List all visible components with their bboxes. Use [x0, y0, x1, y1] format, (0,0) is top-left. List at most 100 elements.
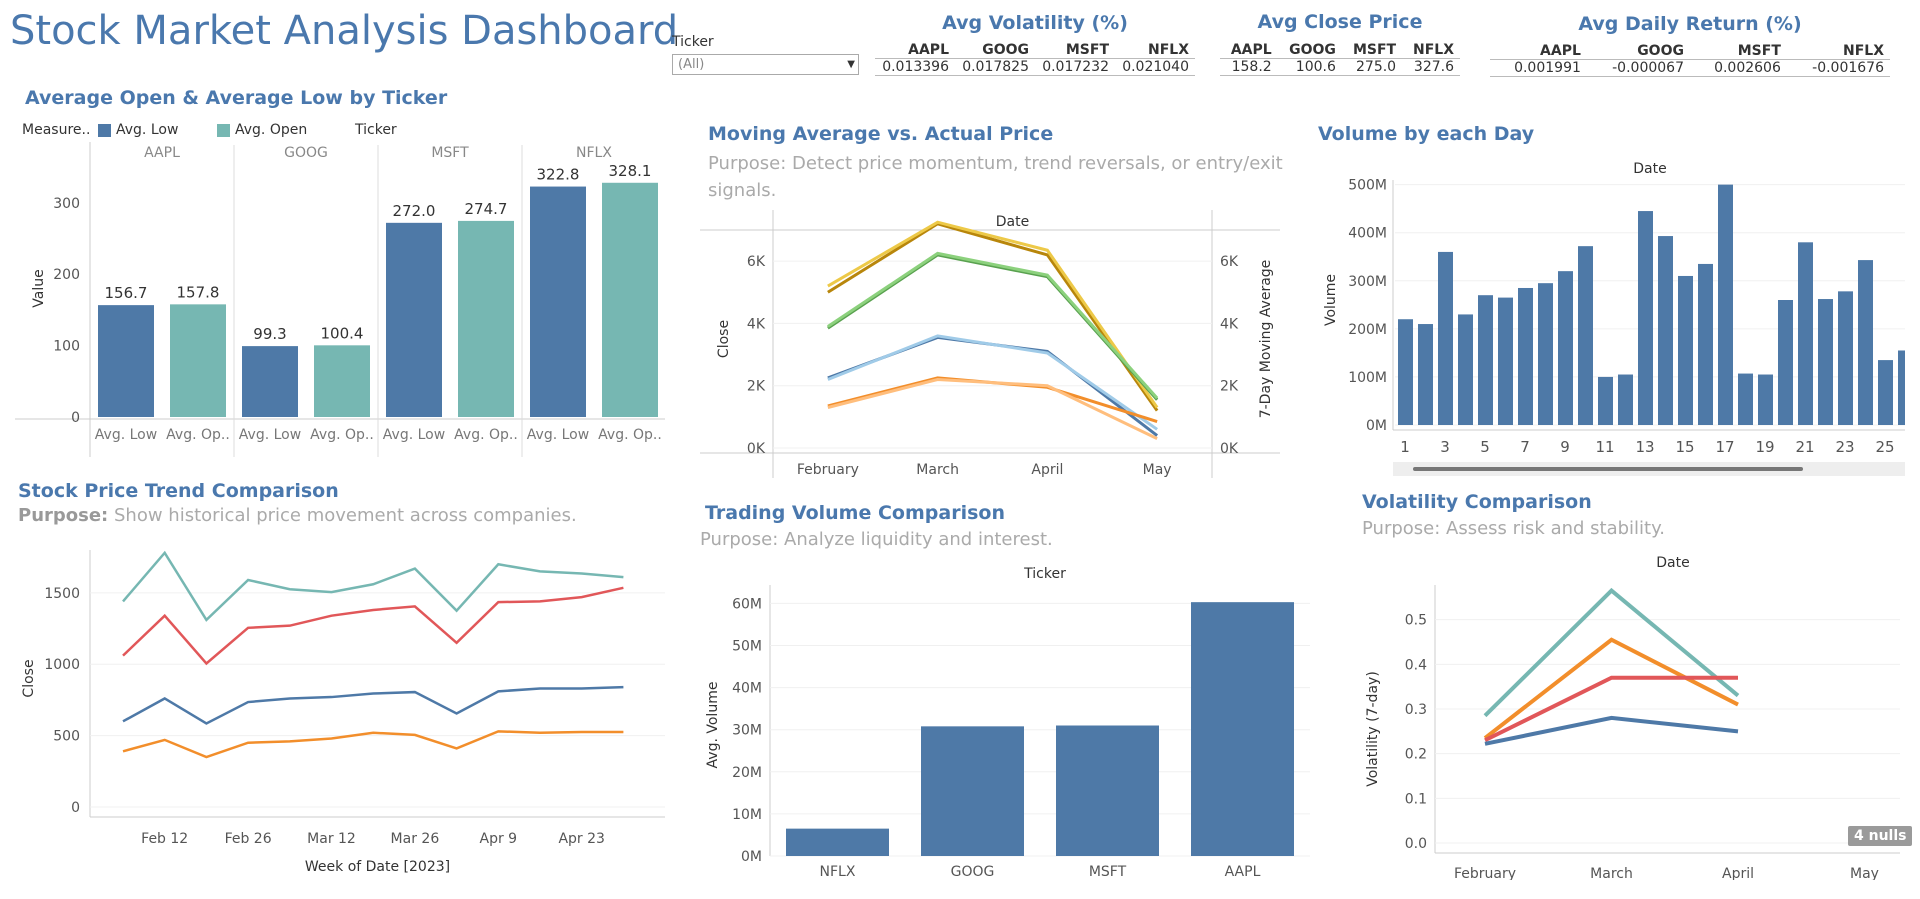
y-tick-label: 0.2 [1405, 747, 1427, 763]
y-axis-title-right: 7-Day Moving Average [1258, 260, 1274, 419]
dashboard-title: Stock Market Analysis Dashboard [10, 8, 679, 54]
nulls-badge[interactable]: 4 nulls [1848, 826, 1913, 846]
x-tick-label: 3 [1440, 438, 1450, 456]
kpi-volatility: Avg Volatility (%) AAPL GOOG MSFT NFLX 0… [875, 12, 1195, 76]
bar [1718, 184, 1733, 425]
y-tick-label: 0 [71, 410, 80, 426]
bar [921, 726, 1024, 856]
bar [1898, 350, 1905, 425]
x-axis-header: Date [996, 214, 1029, 230]
x-axis-header: Ticker [1023, 566, 1066, 582]
y-tick-label: 200 [53, 267, 80, 283]
x-tick-label: 21 [1795, 438, 1814, 456]
y-tick-label: 0 [71, 800, 80, 816]
volume-scrollbar-thumb[interactable] [1413, 467, 1803, 471]
y-tick-label: 0.5 [1405, 613, 1427, 629]
kpi-header: AAPL [1490, 43, 1587, 60]
y-tick-label: 20M [732, 765, 762, 781]
bar [1698, 263, 1713, 425]
series-line [122, 586, 624, 666]
moving-avg-chart: Date 0K 0K 2K 2K 4K 4K 6K 6K Close 7-Day Moving Av… [700, 210, 1280, 478]
x-tick-label: Apr 23 [558, 831, 604, 847]
y-tick-label: 30M [732, 723, 762, 739]
kpi-value: 0.013396 [875, 58, 955, 76]
x-tick-label: 1 [1400, 438, 1410, 456]
volume-scrollbar[interactable] [1393, 462, 1905, 476]
bar [1191, 602, 1294, 856]
kpi-header: NFLX [1115, 42, 1195, 59]
y-tick-label: 0M [741, 849, 762, 865]
y-axis-title: Close [716, 320, 732, 358]
data-label: 100.4 [321, 324, 364, 342]
x-axis-header: Date [1656, 555, 1689, 571]
kpi-header: NFLX [1786, 43, 1890, 60]
ticker-filter-dropdown[interactable]: (All) ▼ [672, 54, 859, 75]
bar [386, 222, 442, 417]
x-sub-label: Avg. Low [95, 427, 157, 443]
kpi-header: AAPL [1220, 42, 1278, 59]
kpi-header: NFLX [1402, 42, 1460, 59]
bar [1778, 300, 1793, 425]
y-tick-label-right: 2K [1220, 379, 1239, 395]
bar [1578, 246, 1593, 425]
purpose-label: Purpose: [18, 505, 109, 526]
chevron-down-icon[interactable]: ▼ [847, 55, 855, 75]
bar [1498, 297, 1513, 425]
y-tick-label: 0.1 [1405, 791, 1427, 807]
bar [786, 828, 889, 856]
bar [458, 220, 514, 417]
x-tick-label: 15 [1675, 438, 1694, 456]
legend-label: Avg. Open [235, 122, 307, 138]
x-sub-label: Avg. Low [383, 427, 445, 443]
y-axis-title: Avg. Volume [705, 682, 721, 769]
bar [1878, 360, 1893, 425]
kpi-return-table: AAPL GOOG MSFT NFLX 0.001991 -0.000067 0… [1490, 43, 1890, 77]
column-header: Ticker [354, 122, 397, 138]
kpi-value: 0.021040 [1115, 58, 1195, 76]
x-tick-label: Feb 12 [141, 831, 188, 847]
chart-title-trading-volume: Trading Volume Comparison [705, 502, 1005, 524]
y-axis-title: Volume [1323, 274, 1339, 326]
bar [314, 345, 370, 417]
x-tick-label: February [797, 462, 859, 478]
kpi-volatility-table: AAPL GOOG MSFT NFLX 0.013396 0.017825 0.… [875, 42, 1195, 76]
kpi-volatility-title: Avg Volatility (%) [942, 12, 1128, 34]
chart-purpose-price-trend: Purpose: Show historical price movement … [18, 505, 577, 526]
data-label: 274.7 [465, 200, 508, 218]
x-tick-label: 23 [1835, 438, 1854, 456]
kpi-header: MSFT [1689, 43, 1787, 60]
data-label: 272.0 [393, 202, 436, 220]
series-line [1483, 587, 1740, 718]
y-tick-label-right: 6K [1220, 254, 1239, 270]
bar [1518, 287, 1533, 425]
bar [1418, 324, 1433, 425]
chart-title-volatility: Volatility Comparison [1362, 491, 1592, 513]
kpi-header: AAPL [875, 42, 955, 59]
y-tick-label: 40M [732, 681, 762, 697]
data-label: 156.7 [105, 284, 148, 302]
kpi-value: -0.001676 [1786, 59, 1890, 77]
x-tick-label: April [1722, 866, 1754, 880]
kpi-value: 158.2 [1220, 58, 1278, 76]
panel-header: NFLX [576, 145, 612, 161]
x-tick-label: 25 [1875, 438, 1894, 456]
kpi-header: MSFT [1035, 42, 1115, 59]
x-tick-label: AAPL [1225, 864, 1261, 880]
bar [1458, 314, 1473, 425]
y-tick-label: 200M [1348, 322, 1387, 338]
bar [1858, 260, 1873, 425]
bar [530, 186, 586, 417]
series-line [827, 377, 1158, 441]
open-low-chart: Measure.. Avg. Low Avg. Open Ticker 0 100 200 3… [15, 122, 665, 457]
x-sub-label: Avg. Op.. [454, 427, 518, 443]
kpi-close-title: Avg Close Price [1257, 11, 1423, 33]
y-tick-label-right: 4K [1220, 316, 1239, 332]
kpi-value: 0.017232 [1035, 58, 1115, 76]
volatility-chart: Date 0.0 0.1 0.2 0.3 0.4 0.5 Volatility (7-day)… [1365, 555, 1900, 880]
y-tick-label: 6K [747, 254, 766, 270]
bar [242, 346, 298, 417]
x-axis-header: Date [1633, 161, 1666, 177]
kpi-header: GOOG [955, 42, 1035, 59]
y-tick-label: 0.3 [1405, 702, 1427, 718]
kpi-value: 327.6 [1402, 58, 1460, 76]
